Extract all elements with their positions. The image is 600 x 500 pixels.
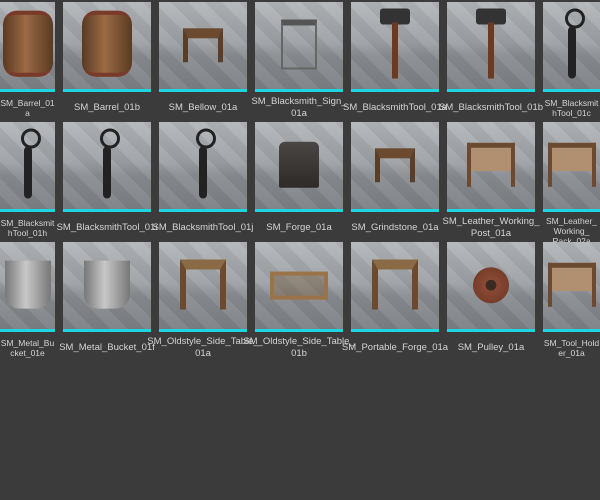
asset-thumbnail [0,122,55,212]
tongs-icon [92,128,122,199]
asset-thumbnail [255,2,343,92]
asset-tile[interactable]: SM_Metal_Bucket_01f [59,242,155,360]
pulley-icon [473,267,509,304]
bench-icon [375,148,415,183]
bench-icon [183,28,223,63]
asset-thumbnail [63,122,151,212]
asset-grid: SM_Barrel_01a SM_Barrel_01b SM_Bellow_01a S… [0,0,600,500]
barrel-icon [2,10,53,77]
hammer-icon [476,8,506,79]
asset-tile[interactable]: SM_BlacksmithTool_01i [57,122,157,240]
crate-icon [270,271,328,300]
rack-icon [467,142,515,187]
asset-label: SM_BlacksmithTool_01c [544,98,599,118]
asset-tile[interactable]: SM_Oldstyle_Side_Table_ 01b [243,242,355,360]
asset-tile[interactable]: SM_BlacksmithTool_01b [439,2,543,120]
asset-thumbnail [0,242,55,332]
table-icon [180,259,226,310]
asset-label: SM_Tool_Holder_01a [543,338,600,358]
asset-tile[interactable]: SM_BlacksmithTool_01a [343,2,447,120]
asset-thumbnail [351,122,439,212]
asset-thumbnail [447,122,535,212]
asset-thumbnail [63,2,151,92]
asset-thumbnail [63,242,151,332]
asset-tile[interactable]: SM_Bellow_01a [159,2,247,120]
asset-tile[interactable]: SM_Forge_01a [255,122,343,240]
asset-thumbnail [543,242,600,332]
asset-thumbnail [351,2,439,92]
hammer-icon [380,8,410,79]
sign-icon [281,19,317,70]
table-icon [372,259,418,310]
asset-thumbnail [255,242,343,332]
asset-tile[interactable]: SM_BlacksmithTool_01j [153,122,253,240]
asset-tile[interactable]: SM_Portable_Forge_01a [342,242,448,360]
asset-tile[interactable]: SM_Tool_Holder_01a [543,242,600,360]
asset-thumbnail [159,2,247,92]
asset-tile[interactable]: SM_Grindstone_01a [351,122,439,240]
asset-thumbnail [543,122,600,212]
asset-thumbnail [0,2,55,92]
rack-icon [547,142,596,187]
asset-label: SM_BlacksmithTool_01b [438,102,544,113]
asset-thumbnail [447,2,535,92]
asset-tile[interactable]: SM_Leather_Working_ Post_01a [443,122,540,240]
bucket-icon [4,260,51,309]
forge-icon [279,141,319,188]
bucket-icon [84,260,130,309]
asset-thumbnail [159,242,247,332]
asset-tile[interactable]: SM_BlacksmithTool_01c [543,2,600,120]
tongs-icon [13,128,43,199]
asset-tile[interactable]: SM_Blacksmith_Sign_ 01a [251,2,347,120]
asset-tile[interactable]: SM_Pulley_01a [447,242,535,360]
barrel-icon [82,10,132,77]
asset-tile[interactable]: SM_Oldstyle_Side_Table_ 01a [147,242,259,360]
asset-thumbnail [255,122,343,212]
asset-thumbnail [351,242,439,332]
asset-thumbnail [159,122,247,212]
asset-thumbnail [543,2,600,92]
asset-label: SM_Leather_Working_ Post_01a [442,216,540,239]
tongs-icon [188,128,218,199]
rack-icon [547,262,596,307]
asset-tile[interactable]: SM_Barrel_01b [63,2,151,120]
asset-thumbnail [447,242,535,332]
asset-label: SM_Pulley_01a [457,342,525,353]
tongs-icon [557,8,587,79]
asset-tile[interactable]: SM_Leather_Working_ Rack_02a [543,122,600,246]
